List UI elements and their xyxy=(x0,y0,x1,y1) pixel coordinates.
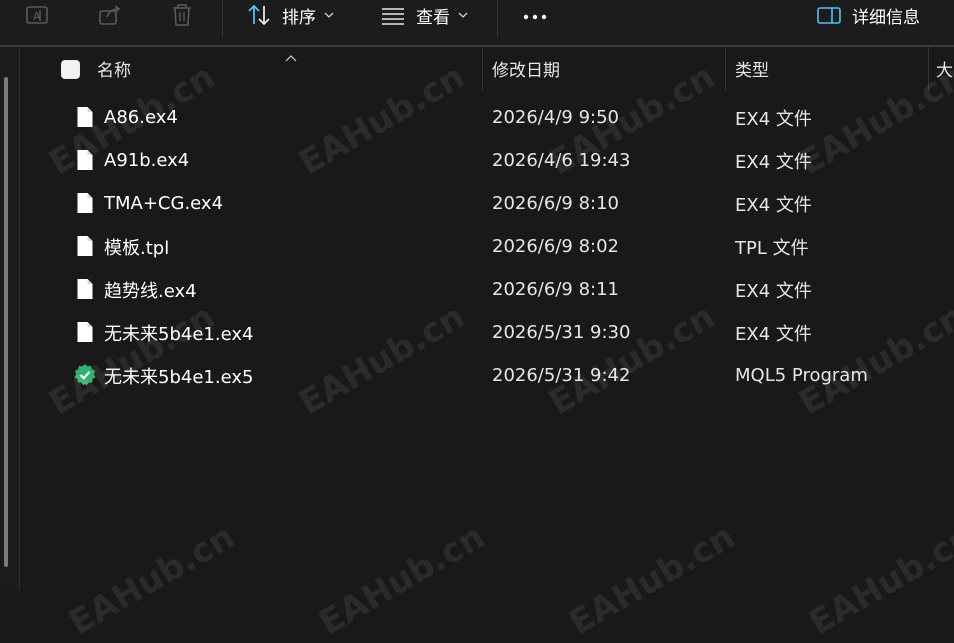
file-date: 2026/6/9 8:11 xyxy=(492,279,619,300)
file-row[interactable]: 无未来5b4e1.ex4 2026/5/31 9:30 EX4 文件 xyxy=(20,311,954,354)
file-date: 2026/5/31 9:30 xyxy=(492,322,631,343)
details-label: 详细信息 xyxy=(852,7,920,28)
file-name: 无未来5b4e1.ex4 xyxy=(104,323,254,345)
file-date: 2026/5/31 9:42 xyxy=(492,365,631,386)
file-row[interactable]: 模板.tpl 2026/6/9 8:02 TPL 文件 xyxy=(20,225,954,268)
view-label: 查看 xyxy=(416,7,450,28)
column-separator[interactable] xyxy=(725,47,726,90)
file-type: EX4 文件 xyxy=(735,280,812,302)
file-type: MQL5 Program xyxy=(735,365,868,386)
list-view-icon xyxy=(380,2,406,28)
view-button[interactable]: 查看 xyxy=(380,0,468,30)
trash-icon xyxy=(169,2,195,28)
details-pane-button[interactable]: 详细信息 xyxy=(816,0,920,30)
sort-icon xyxy=(246,2,272,28)
sort-label: 排序 xyxy=(282,7,316,28)
chevron-down-icon xyxy=(458,11,468,19)
file-row[interactable]: 趋势线.ex4 2026/6/9 8:11 EX4 文件 xyxy=(20,268,954,311)
select-all-checkbox[interactable] xyxy=(61,60,80,79)
file-date: 2026/4/6 19:43 xyxy=(492,150,631,171)
file-icon xyxy=(76,192,94,218)
chevron-down-icon xyxy=(324,11,334,19)
column-separator[interactable] xyxy=(482,47,483,90)
file-icon xyxy=(76,278,94,304)
file-name: A91b.ex4 xyxy=(104,150,190,171)
file-date: 2026/6/9 8:02 xyxy=(492,236,619,257)
mql5-verified-icon xyxy=(73,363,97,391)
file-list: A86.ex4 2026/4/9 9:50 EX4 文件 A91b.ex4 20… xyxy=(20,96,954,397)
share-button[interactable] xyxy=(97,0,123,30)
details-pane-icon xyxy=(816,2,842,28)
file-row[interactable]: A91b.ex4 2026/4/6 19:43 EX4 文件 xyxy=(20,139,954,182)
navigation-pane-edge xyxy=(0,47,20,590)
file-date: 2026/4/9 9:50 xyxy=(492,107,619,128)
rename-button[interactable]: A xyxy=(24,0,50,30)
share-icon xyxy=(97,2,123,28)
column-header-date[interactable]: 修改日期 xyxy=(492,47,724,90)
more-dots-icon xyxy=(522,2,548,28)
sort-button[interactable]: 排序 xyxy=(246,0,334,30)
file-icon xyxy=(76,149,94,175)
delete-button[interactable] xyxy=(169,0,195,30)
file-row[interactable]: TMA+CG.ex4 2026/6/9 8:10 EX4 文件 xyxy=(20,182,954,225)
watermark: EAHub.cn xyxy=(312,516,492,643)
file-row[interactable]: 无未来5b4e1.ex5 2026/5/31 9:42 MQL5 Program xyxy=(20,354,954,397)
file-name: TMA+CG.ex4 xyxy=(104,193,224,214)
file-type: EX4 文件 xyxy=(735,194,812,216)
file-type: EX4 文件 xyxy=(735,108,812,130)
more-options-button[interactable] xyxy=(522,0,548,30)
watermark: EAHub.cn xyxy=(802,516,954,643)
file-type: EX4 文件 xyxy=(735,323,812,345)
scrollbar-thumb[interactable] xyxy=(4,77,8,567)
file-date: 2026/6/9 8:10 xyxy=(492,193,619,214)
command-bar: A 排序 查看 详细信息 xyxy=(0,0,954,46)
file-type: EX4 文件 xyxy=(735,151,812,173)
column-header-name[interactable]: 名称 xyxy=(97,47,481,90)
column-header-size[interactable]: 大 xyxy=(936,47,954,90)
toolbar-separator xyxy=(497,0,498,36)
file-row[interactable]: A86.ex4 2026/4/9 9:50 EX4 文件 xyxy=(20,96,954,139)
file-name: 无未来5b4e1.ex5 xyxy=(104,366,254,388)
rename-icon: A xyxy=(24,2,50,28)
column-separator[interactable] xyxy=(928,47,929,90)
file-name: 模板.tpl xyxy=(104,237,170,259)
column-header-type[interactable]: 类型 xyxy=(735,47,927,90)
file-name: A86.ex4 xyxy=(104,107,178,128)
file-name: 趋势线.ex4 xyxy=(104,280,197,302)
file-icon xyxy=(76,235,94,261)
watermark: EAHub.cn xyxy=(562,516,742,643)
toolbar-separator xyxy=(222,0,223,36)
file-icon xyxy=(76,106,94,132)
column-header-row: 名称 修改日期 类型 大 xyxy=(20,47,954,90)
file-type: TPL 文件 xyxy=(735,237,809,259)
file-icon xyxy=(76,321,94,347)
watermark: EAHub.cn xyxy=(62,516,242,643)
